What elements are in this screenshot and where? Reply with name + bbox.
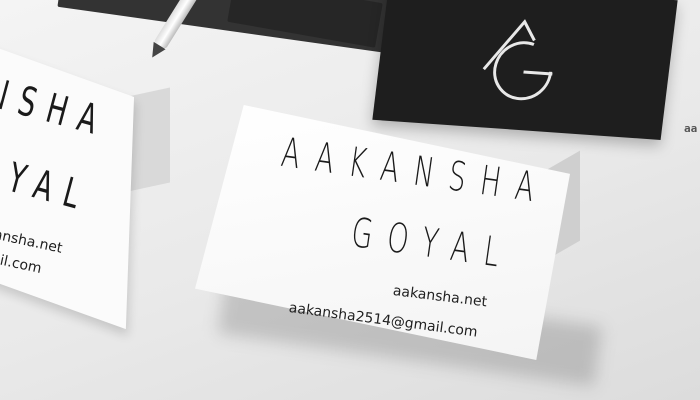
black-logo-card — [372, 0, 678, 140]
business-card-mockup-scene: aa NSHA YAL kansha.net mail.com AAKANSHA… — [0, 0, 700, 400]
ag-monogram-logo-icon — [482, 19, 553, 101]
edge-text: aa — [684, 122, 698, 135]
